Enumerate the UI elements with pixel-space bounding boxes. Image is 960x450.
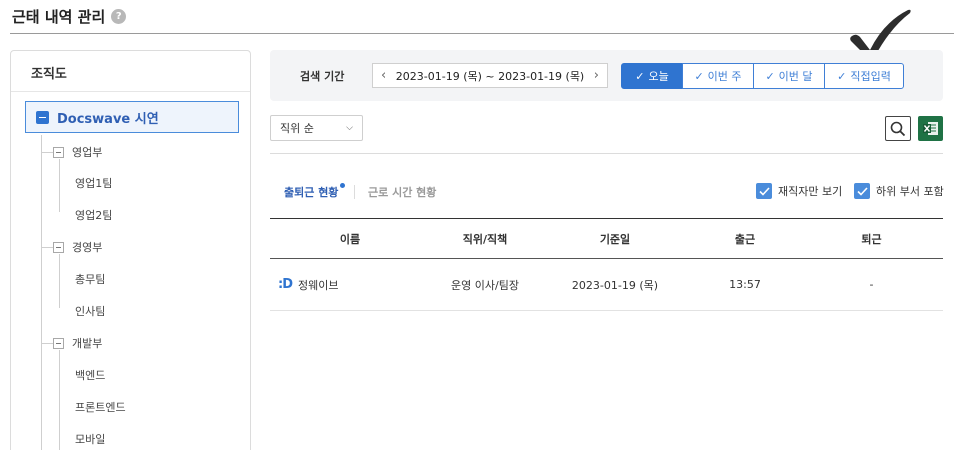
new-indicator-dot xyxy=(340,183,345,188)
name-cell: :D 정웨이브 xyxy=(270,277,430,293)
clock-out-cell: - xyxy=(869,278,874,291)
tree-line xyxy=(59,350,60,450)
column-header-clock-in: 출근 xyxy=(734,232,756,246)
check-icon: ✓ xyxy=(837,69,847,83)
tree-node-sales-team2[interactable]: 영업2팀 xyxy=(75,205,112,225)
search-icon xyxy=(890,121,906,136)
title-divider xyxy=(10,33,954,34)
position-cell: 운영 이사/팀장 xyxy=(451,278,519,292)
include-sub-dept-label: 하위 부서 포함 xyxy=(876,185,944,198)
segment-this-week[interactable]: ✓ 이번 주 xyxy=(682,63,754,89)
toolbar-divider xyxy=(270,153,943,154)
employee-name: 정웨이브 xyxy=(298,278,339,292)
tree-node-label: 영업부 xyxy=(72,146,103,159)
search-button[interactable] xyxy=(885,116,911,141)
include-sub-dept-option[interactable]: 하위 부서 포함 xyxy=(854,183,944,199)
prev-arrow-icon[interactable]: ‹ xyxy=(381,68,386,83)
segment-label: 오늘 xyxy=(648,70,669,83)
table-row[interactable]: :D 정웨이브 운영 이사/팀장 2023-01-19 (목) 13:57 - xyxy=(270,259,943,311)
help-icon[interactable]: ? xyxy=(111,8,127,24)
tree-node-mobile[interactable]: 모바일 xyxy=(75,429,105,449)
collapse-icon[interactable] xyxy=(36,110,49,124)
segment-label: 직접입력 xyxy=(850,70,891,83)
org-title-divider xyxy=(11,91,250,92)
check-icon: ✓ xyxy=(694,69,704,83)
employed-only-option[interactable]: 재직자만 보기 xyxy=(756,183,842,199)
tree-node-hr[interactable]: 인사팀 xyxy=(75,301,105,321)
page-header: 근태 내역 관리 ? xyxy=(12,4,127,28)
next-arrow-icon[interactable]: › xyxy=(594,68,599,83)
tree-node-frontend[interactable]: 프론트엔드 xyxy=(75,397,126,417)
tab-separator xyxy=(354,185,355,199)
tree-node-label: 인사팀 xyxy=(75,305,106,318)
tree-node-label: 모바일 xyxy=(75,433,106,446)
org-root-node[interactable]: Docswave 시연 xyxy=(25,101,239,133)
date-cell: 2023-01-19 (목) xyxy=(571,278,659,292)
tree-node-sales[interactable]: 영업부 xyxy=(53,142,102,162)
tab-attendance-status[interactable]: 출퇴근 현황 xyxy=(284,184,338,200)
column-header-date: 기준일 xyxy=(599,232,631,246)
excel-icon xyxy=(923,122,938,135)
tree-node-label: 영업2팀 xyxy=(75,209,113,222)
tree-node-development[interactable]: 개발부 xyxy=(53,333,102,353)
column-header-clock-out: 퇴근 xyxy=(861,232,882,246)
tree-line xyxy=(41,152,53,153)
tree-node-label: 경영부 xyxy=(72,241,103,254)
tree-line xyxy=(59,254,60,308)
tree-line xyxy=(41,247,53,248)
check-icon: ✓ xyxy=(635,69,645,83)
chevron-down-icon: ⌵ xyxy=(346,123,353,133)
column-header-name: 이름 xyxy=(339,232,361,246)
tree-node-sales-team1[interactable]: 영업1팀 xyxy=(75,173,112,193)
checkbox-checked-icon[interactable] xyxy=(756,183,772,199)
org-root-label: Docswave 시연 xyxy=(57,111,159,127)
check-icon: ✓ xyxy=(765,69,775,83)
tree-node-label: 개발부 xyxy=(72,337,103,350)
segment-this-month[interactable]: ✓ 이번 달 xyxy=(753,63,825,89)
clock-in-cell: 13:57 xyxy=(729,278,761,291)
org-chart-title: 조직도 xyxy=(31,67,67,82)
docswave-logo-icon: :D xyxy=(278,277,293,292)
collapse-icon[interactable] xyxy=(53,337,64,349)
employed-only-label: 재직자만 보기 xyxy=(778,185,843,198)
table-header: 이름 직위/직책 기준일 출근 퇴근 xyxy=(270,218,943,259)
segment-label: 이번 달 xyxy=(778,70,813,83)
tree-node-label: 영업1팀 xyxy=(75,177,113,190)
tree-node-label: 백엔드 xyxy=(75,369,106,382)
segment-today[interactable]: ✓ 오늘 xyxy=(621,63,683,89)
date-range-text: 2023-01-19 (목) ~ 2023-01-19 (목) xyxy=(395,69,585,83)
period-segment-group: ✓ 오늘 ✓ 이번 주 ✓ 이번 달 ✓ 직접입력 xyxy=(621,63,904,89)
column-header-position: 직위/직책 xyxy=(462,232,508,246)
tree-line xyxy=(41,135,42,450)
attendance-table: 이름 직위/직책 기준일 출근 퇴근 :D 정웨이브 운영 이사/팀장 2023… xyxy=(270,218,943,311)
excel-download-button[interactable] xyxy=(918,116,943,141)
tree-node-label: 총무팀 xyxy=(75,273,106,286)
tab-work-hours[interactable]: 근로 시간 현황 xyxy=(368,184,436,200)
search-period-label: 검색 기간 xyxy=(300,70,345,83)
page-title: 근태 내역 관리 xyxy=(12,7,106,26)
tree-node-backend[interactable]: 백엔드 xyxy=(75,365,105,385)
tree-line xyxy=(59,159,60,212)
collapse-icon[interactable] xyxy=(53,241,64,253)
tree-node-general-affairs[interactable]: 총무팀 xyxy=(75,269,105,289)
tree-node-management[interactable]: 경영부 xyxy=(53,237,102,257)
sort-select[interactable]: 직위 순 ⌵ xyxy=(270,115,363,141)
sort-selected-label: 직위 순 xyxy=(280,122,314,135)
segment-label: 이번 주 xyxy=(707,70,742,83)
checkbox-checked-icon[interactable] xyxy=(854,183,870,199)
segment-custom[interactable]: ✓ 직접입력 xyxy=(824,63,904,89)
tree-node-label: 프론트엔드 xyxy=(75,401,126,414)
date-range-picker[interactable]: ‹ 2023-01-19 (목) ~ 2023-01-19 (목) › xyxy=(372,63,608,88)
tree-line xyxy=(41,343,53,344)
org-chart-panel: 조직도 Docswave 시연 영업부 영업1팀 영업2팀 경영부 총무팀 인사… xyxy=(10,50,251,450)
search-panel: 검색 기간 ‹ 2023-01-19 (목) ~ 2023-01-19 (목) … xyxy=(270,50,943,101)
collapse-icon[interactable] xyxy=(53,146,64,158)
